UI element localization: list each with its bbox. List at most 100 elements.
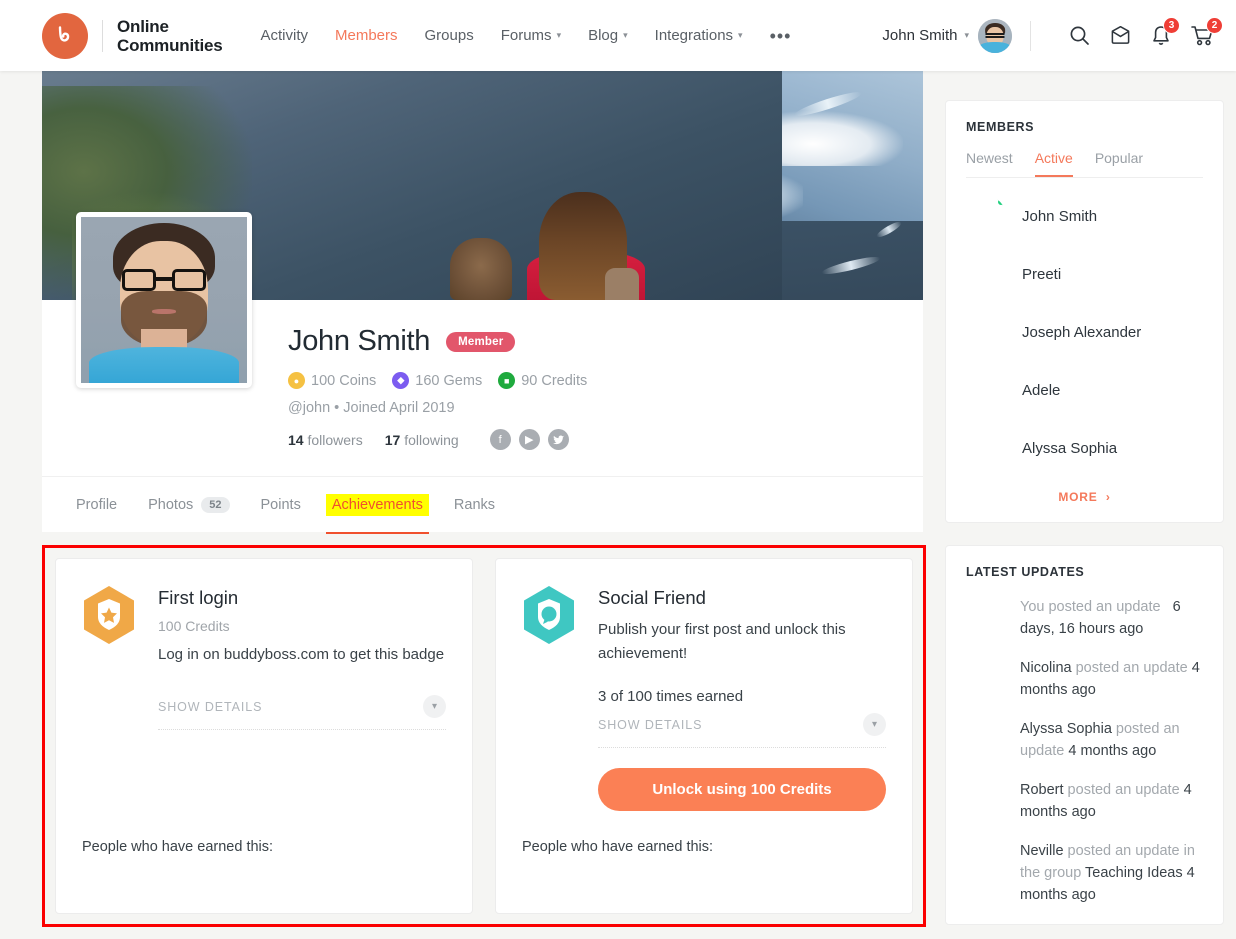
list-item[interactable]: John Smith — [966, 196, 1203, 236]
nav-more-icon[interactable]: ••• — [770, 27, 792, 45]
cover-person — [450, 238, 512, 300]
facebook-icon[interactable]: f — [489, 429, 511, 450]
profile-card: John Smith Member ● 100 Coins ◆ 160 Gems — [42, 212, 923, 476]
nav-item-blog[interactable]: Blog ▾ — [588, 27, 628, 44]
inbox-icon[interactable] — [1110, 25, 1131, 46]
currency-value: 90 Credits — [521, 372, 588, 389]
brand-name: Online Communities — [117, 17, 223, 55]
tab-label: Photos — [148, 496, 194, 513]
chevron-down-icon[interactable]: ▾ — [964, 30, 969, 41]
show-details-toggle[interactable]: SHOW DETAILS ▾ — [598, 713, 886, 748]
members-widget: MEMBERS Newest Active Popular John Smith — [945, 100, 1224, 523]
following-stat[interactable]: 17 following — [385, 432, 459, 448]
chevron-down-icon: ▾ — [863, 713, 886, 736]
social-links: f ▶ — [489, 429, 569, 450]
search-icon[interactable] — [1069, 25, 1090, 46]
update-action: You posted an update — [1020, 599, 1161, 615]
member-name: Alyssa Sophia — [1022, 439, 1118, 457]
cart-icon[interactable]: 2 — [1191, 17, 1223, 46]
chevron-down-icon: ▾ — [738, 30, 743, 40]
site-header: Online Communities Activity Members Grou… — [0, 0, 1236, 71]
followers-count: 14 — [288, 431, 304, 448]
people-earned-avatars — [82, 867, 446, 893]
tab-points[interactable]: Points — [249, 479, 313, 531]
achievement-info: First login 100 Credits Log in on buddyb… — [158, 585, 446, 730]
list-item[interactable]: Alyssa Sophia — [966, 428, 1203, 468]
avatar[interactable] — [101, 867, 127, 893]
youtube-icon[interactable]: ▶ — [518, 429, 540, 450]
twitter-icon[interactable] — [547, 429, 569, 450]
list-item[interactable]: Nicolina posted an update 4 months ago — [966, 657, 1203, 701]
avatar — [966, 312, 1006, 352]
update-text: Robert posted an update 4 months ago — [1020, 779, 1203, 823]
cover-snow-streak — [820, 253, 882, 278]
main-area: John Smith Member ● 100 Coins ◆ 160 Gems — [0, 71, 1236, 939]
bell-icon[interactable]: 3 — [1151, 17, 1180, 46]
nav-item-groups[interactable]: Groups — [425, 27, 474, 44]
cart-count-badge: 2 — [1206, 17, 1223, 34]
tab-label: Points — [260, 496, 301, 513]
unlock-button[interactable]: Unlock using 100 Credits — [598, 768, 886, 811]
buddyboss-logo-icon — [42, 12, 88, 59]
avatar[interactable] — [978, 18, 1012, 53]
avatar[interactable] — [522, 867, 548, 893]
page-root: Online Communities Activity Members Grou… — [0, 0, 1236, 939]
sidebar: MEMBERS Newest Active Popular John Smith — [945, 100, 1224, 925]
achievement-times-earned: 3 of 100 times earned — [598, 688, 744, 705]
page-title: John Smith — [288, 325, 431, 357]
avatar — [966, 840, 1006, 880]
tab-newest[interactable]: Newest — [966, 150, 1013, 177]
nav-item-activity[interactable]: Activity — [260, 27, 308, 44]
widget-title: MEMBERS — [966, 120, 1035, 134]
people-earned-label: People who have earned this: — [82, 839, 274, 855]
avatar — [966, 196, 1006, 236]
nav-item-integrations[interactable]: Integrations ▾ — [655, 27, 743, 44]
nav-item-forums[interactable]: Forums ▾ — [501, 27, 561, 44]
credit-icon: ■ — [498, 372, 516, 389]
currency-gems: ◆ 160 Gems — [392, 372, 482, 389]
tab-ranks[interactable]: Ranks — [442, 479, 507, 531]
header-right: John Smith ▾ 3 2 — [882, 17, 1223, 53]
currency-credits: ■ 90 Credits — [498, 372, 587, 389]
nav-label: Integrations — [654, 27, 734, 44]
followers-stat[interactable]: 14 followers — [288, 432, 363, 448]
achievement-info: Social Friend Publish your first post an… — [598, 585, 886, 811]
tab-popular[interactable]: Popular — [1095, 150, 1143, 177]
profile-tabs: Profile Photos 52 Points Achievements Ra… — [42, 476, 923, 534]
gem-icon: ◆ — [392, 372, 410, 389]
list-item[interactable]: Joseph Alexander — [966, 312, 1203, 352]
tab-photos[interactable]: Photos 52 — [136, 479, 241, 531]
chevron-down-icon: ▾ — [623, 30, 628, 40]
avatar — [966, 657, 1006, 697]
followers-label: followers — [307, 431, 363, 448]
member-name: John Smith — [1022, 207, 1098, 225]
following-count: 17 — [384, 431, 401, 448]
members-more-link[interactable]: MORE › — [966, 490, 1203, 504]
list-item[interactable]: Alyssa Sophia posted an update 4 months … — [966, 718, 1203, 762]
tab-achievements[interactable]: Achievements — [325, 493, 429, 534]
nav-item-members[interactable]: Members — [335, 27, 398, 44]
list-item[interactable]: Adele — [966, 370, 1203, 410]
list-item[interactable]: Preeti — [966, 254, 1203, 294]
tab-profile[interactable]: Profile — [64, 479, 129, 531]
latest-updates-widget: LATEST UPDATES You posted an update 6 da… — [945, 545, 1224, 925]
tab-active[interactable]: Active — [1034, 150, 1073, 177]
nav-label: Members — [335, 27, 398, 44]
list-item[interactable]: Neville posted an update in the group Te… — [966, 840, 1203, 906]
cover-backpack — [605, 268, 639, 300]
shield-chat-badge-icon — [522, 585, 576, 645]
achievement-title: Social Friend — [598, 587, 706, 608]
update-text: Alyssa Sophia posted an update 4 months … — [1020, 718, 1203, 762]
profile-avatar[interactable] — [76, 212, 252, 388]
brand-logo[interactable]: Online Communities — [42, 12, 223, 59]
profile-name-row: John Smith Member — [288, 325, 923, 358]
achievement-header: Social Friend Publish your first post an… — [522, 585, 886, 811]
list-item[interactable]: Robert posted an update 4 months ago — [966, 779, 1203, 823]
show-details-toggle[interactable]: SHOW DETAILS ▾ — [158, 695, 446, 730]
header-user-name[interactable]: John Smith — [882, 27, 957, 44]
online-status-indicator — [996, 197, 1006, 207]
profile-follow-row: 14 followers 17 following f ▶ — [288, 429, 923, 450]
currency-value: 160 Gems — [415, 372, 483, 389]
list-item[interactable]: You posted an update 6 days, 16 hours ag… — [966, 596, 1203, 640]
update-text: You posted an update 6 days, 16 hours ag… — [1020, 596, 1203, 640]
